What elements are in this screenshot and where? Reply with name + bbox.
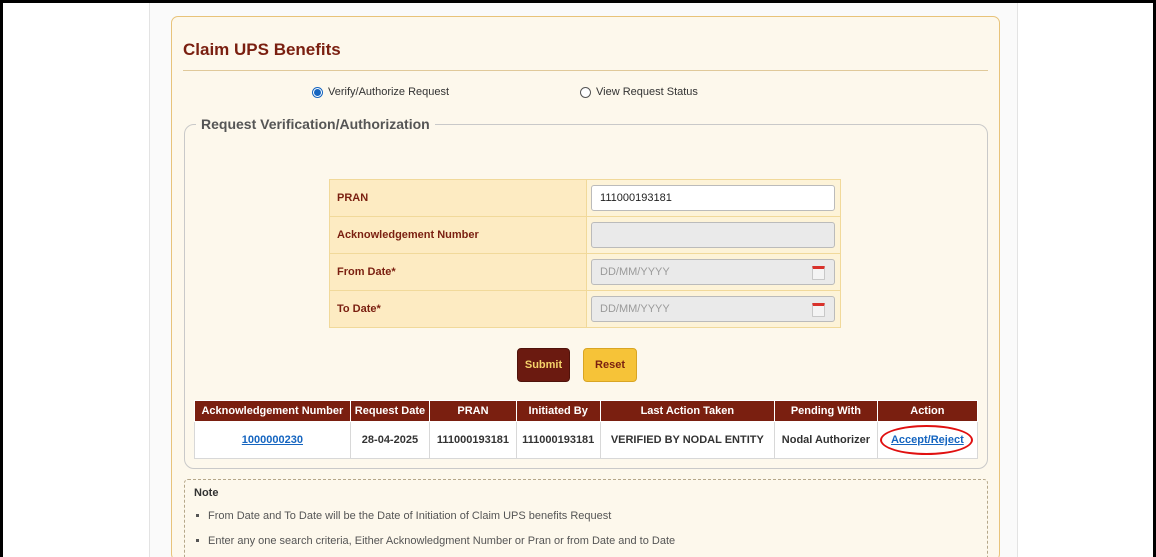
pending-with-cell: Nodal Authorizer	[774, 421, 878, 459]
from-date-input[interactable]: DD/MM/YYYY	[591, 259, 836, 285]
to-date-input[interactable]: DD/MM/YYYY	[591, 296, 836, 322]
fieldset-legend: Request Verification/Authorization	[196, 116, 435, 132]
from-date-label: From Date*	[328, 253, 588, 291]
radio-verify-label: Verify/Authorize Request	[328, 86, 450, 98]
note-item-text: From Date and To Date will be the Date o…	[208, 510, 612, 522]
form-row-pran: PRAN 111000193181	[328, 179, 841, 217]
last-action-cell: VERIFIED BY NODAL ENTITY	[599, 421, 776, 459]
submit-button[interactable]: Submit	[517, 348, 570, 382]
page-title: Claim UPS Benefits	[183, 40, 341, 59]
col-ack-number: Acknowledgement Number	[194, 400, 351, 422]
table-row: 1000000230 28-04-2025 111000193181 11100…	[194, 421, 979, 459]
form-row-ack: Acknowledgement Number	[328, 216, 841, 254]
radio-view-label: View Request Status	[596, 86, 698, 98]
note-item-text: Enter any one search criteria, Either Ac…	[208, 535, 676, 547]
results-header-row: Acknowledgement Number Request Date PRAN…	[194, 400, 979, 422]
note-title: Note	[194, 487, 219, 499]
pran-cell: 111000193181	[586, 179, 841, 217]
col-request-date: Request Date	[349, 400, 431, 422]
col-initiated-by: Initiated By	[515, 400, 601, 422]
reset-button[interactable]: Reset	[583, 348, 637, 382]
radio-view-status[interactable]: View Request Status	[580, 86, 698, 98]
ack-number-link[interactable]: 1000000230	[242, 434, 303, 446]
note-item: Enter any one search criteria, Either Ac…	[194, 535, 675, 547]
to-date-placeholder: DD/MM/YYYY	[600, 303, 670, 315]
radio-verify-authorize[interactable]: Verify/Authorize Request	[312, 86, 449, 98]
highlight-annotation	[879, 425, 973, 455]
initiated-by-cell: 111000193181	[515, 421, 601, 459]
pran-input[interactable]: 111000193181	[591, 185, 836, 211]
to-date-cell: DD/MM/YYYY	[586, 290, 841, 328]
request-date-cell: 28-04-2025	[349, 421, 431, 459]
from-date-cell: DD/MM/YYYY	[586, 253, 841, 291]
radio-checked-icon[interactable]	[312, 86, 323, 98]
action-cell: Accept/Reject	[876, 421, 979, 459]
radio-unchecked-icon[interactable]	[580, 86, 591, 98]
form-row-to-date: To Date* DD/MM/YYYY	[328, 290, 841, 328]
col-action: Action	[876, 400, 979, 422]
bullet-icon	[196, 513, 199, 517]
from-date-placeholder: DD/MM/YYYY	[600, 266, 670, 278]
ack-number-cell: 1000000230	[194, 421, 351, 459]
calendar-icon[interactable]	[812, 266, 826, 280]
note-item: From Date and To Date will be the Date o…	[194, 510, 611, 522]
form-row-from-date: From Date* DD/MM/YYYY	[328, 253, 841, 291]
ack-cell	[586, 216, 841, 254]
pran-label: PRAN	[328, 179, 588, 217]
col-pran: PRAN	[429, 400, 517, 422]
col-last-action: Last Action Taken	[599, 400, 776, 422]
title-divider	[183, 70, 988, 71]
calendar-icon[interactable]	[812, 303, 826, 317]
results-table: Acknowledgement Number Request Date PRAN…	[194, 400, 979, 459]
search-form: PRAN 111000193181 Acknowledgement Number…	[328, 179, 841, 328]
ack-input[interactable]	[591, 222, 836, 248]
to-date-label: To Date*	[328, 290, 588, 328]
col-pending-with: Pending With	[774, 400, 878, 422]
pran-cell-value: 111000193181	[429, 421, 517, 459]
ack-label: Acknowledgement Number	[328, 216, 588, 254]
bullet-icon	[196, 538, 199, 542]
